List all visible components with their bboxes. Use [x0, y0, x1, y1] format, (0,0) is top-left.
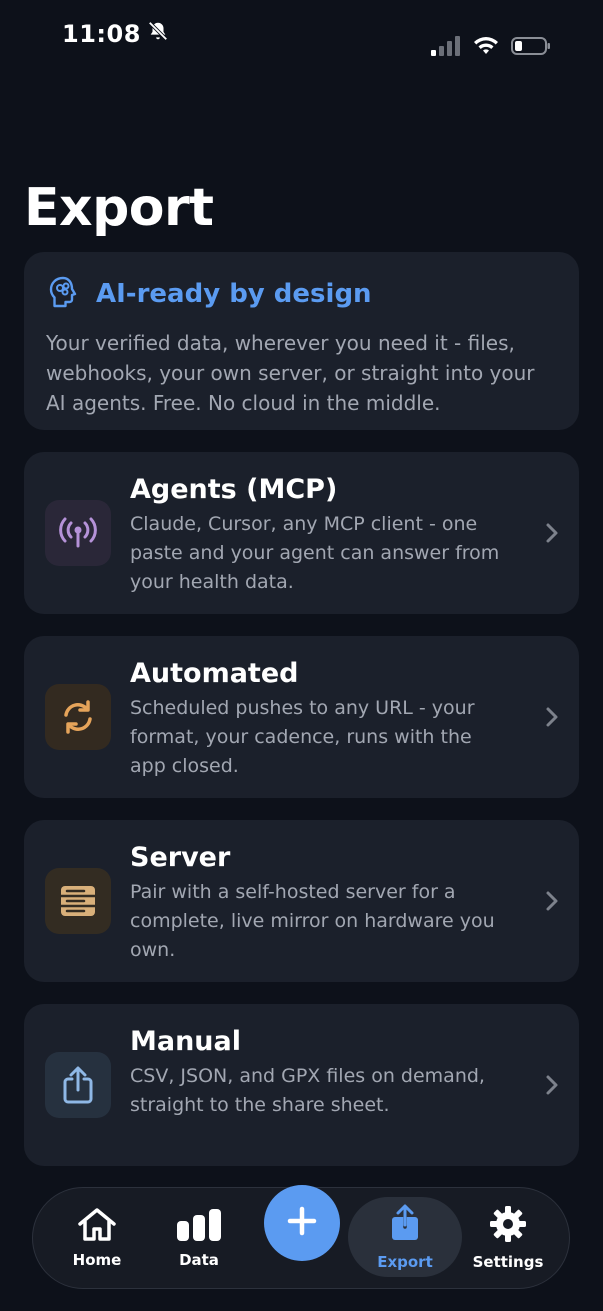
automated-text: Automated Scheduled pushes to any URL - …: [130, 656, 510, 781]
export-screen: 11:08 Export AI-ready by design Your ver…: [0, 0, 603, 1311]
server-description: Pair with a self-hosted server for a com…: [130, 881, 495, 961]
sync-icon: [45, 684, 111, 750]
ai-ready-description: Your verified data, wherever you need it…: [46, 331, 535, 415]
wifi-icon: [473, 36, 499, 56]
signal-icon: [431, 36, 461, 56]
bar-chart-icon: [176, 1207, 222, 1245]
agents-mcp-text: Agents (MCP) Claude, Cursor, any MCP cli…: [130, 472, 510, 597]
brain-head-icon: [46, 274, 82, 314]
add-button[interactable]: [264, 1185, 340, 1261]
battery-icon: [511, 36, 551, 56]
agents-mcp-description: Claude, Cursor, any MCP client - one pas…: [130, 513, 500, 593]
automated-option[interactable]: Automated Scheduled pushes to any URL - …: [24, 636, 579, 798]
chevron-right-icon: [545, 890, 559, 916]
status-bar-time: 11:08: [62, 20, 169, 48]
chevron-right-icon: [545, 706, 559, 732]
automated-title: Automated: [130, 658, 299, 689]
tab-home-label: Home: [72, 1251, 122, 1269]
server-title: Server: [130, 842, 231, 873]
ai-ready-title: AI-ready by design: [96, 279, 372, 309]
status-time-text: 11:08: [62, 20, 141, 48]
share-icon: [388, 1203, 422, 1247]
agents-mcp-option[interactable]: Agents (MCP) Claude, Cursor, any MCP cli…: [24, 452, 579, 614]
page-title: Export: [24, 178, 214, 238]
gear-icon: [489, 1205, 527, 1247]
agents-mcp-title: Agents (MCP): [130, 474, 338, 505]
plus-icon: [286, 1205, 318, 1241]
manual-description: CSV, JSON, and GPX files on demand, stra…: [130, 1065, 485, 1116]
tab-home[interactable]: Home: [47, 1188, 147, 1288]
tab-data[interactable]: Data: [149, 1188, 249, 1288]
tab-settings-label: Settings: [472, 1253, 544, 1271]
chevron-right-icon: [545, 522, 559, 548]
ai-ready-card: AI-ready by design Your verified data, w…: [24, 252, 579, 430]
tab-export-label: Export: [377, 1253, 433, 1271]
manual-title: Manual: [130, 1026, 242, 1057]
server-option[interactable]: Server Pair with a self-hosted server fo…: [24, 820, 579, 982]
tab-settings[interactable]: Settings: [458, 1188, 558, 1288]
home-icon: [77, 1207, 117, 1245]
tab-data-label: Data: [179, 1251, 219, 1269]
server-icon: [45, 868, 111, 934]
bell-slash-icon: [147, 20, 169, 48]
manual-text: Manual CSV, JSON, and GPX files on deman…: [130, 1024, 510, 1120]
automated-description: Scheduled pushes to any URL - your forma…: [130, 697, 475, 777]
ai-ready-header: AI-ready by design: [46, 274, 557, 314]
server-text: Server Pair with a self-hosted server fo…: [130, 840, 510, 965]
tab-export[interactable]: Export: [348, 1197, 462, 1277]
manual-option[interactable]: Manual CSV, JSON, and GPX files on deman…: [24, 1004, 579, 1166]
chevron-right-icon: [545, 1074, 559, 1100]
share-icon: [45, 1052, 111, 1118]
status-bar-right: [431, 36, 551, 56]
antenna-icon: [45, 500, 111, 566]
